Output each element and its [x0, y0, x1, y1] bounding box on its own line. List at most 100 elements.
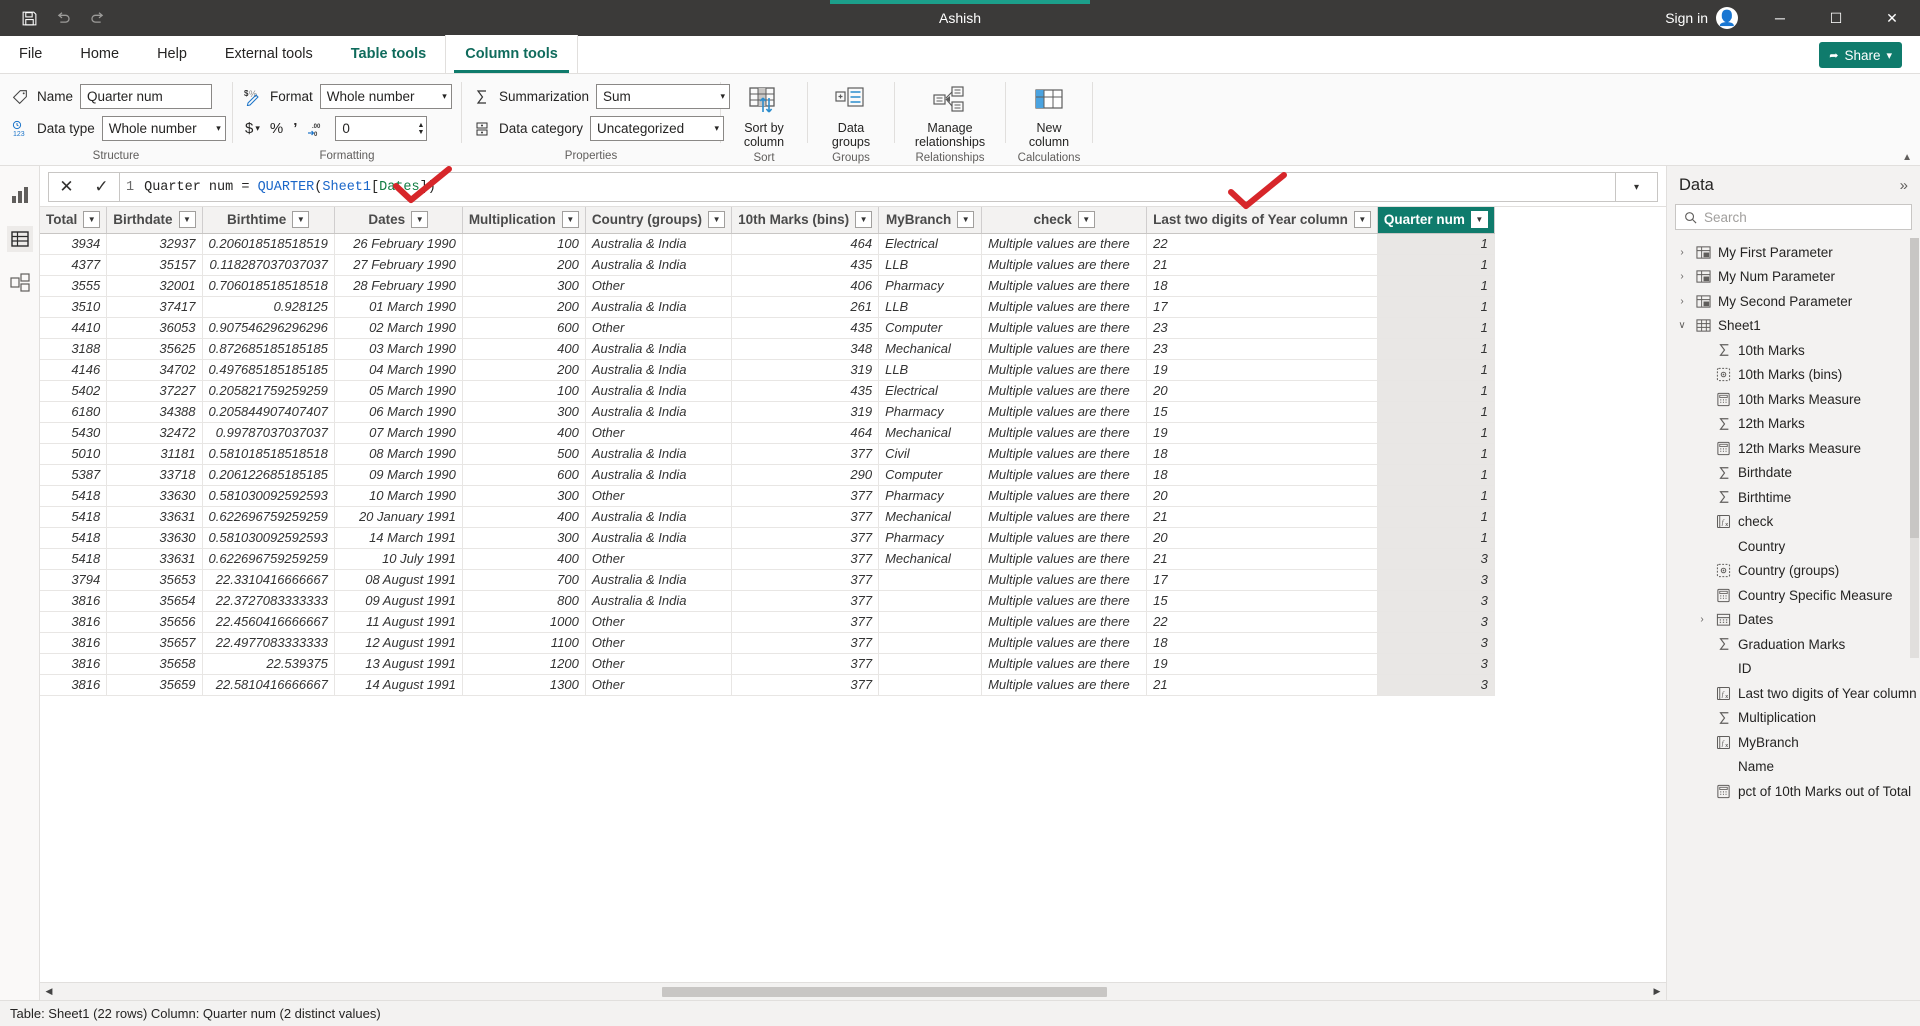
table-cell[interactable]: 3	[1377, 653, 1494, 674]
table-cell[interactable]: Other	[585, 275, 731, 296]
table-cell[interactable]: 22.4560416666667	[202, 611, 334, 632]
table-cell[interactable]: 1	[1377, 464, 1494, 485]
field-list-item-pct-of-10th-marks-out-of-total[interactable]: pct of 10th Marks out of Total	[1667, 779, 1920, 804]
formula-expand-button[interactable]: ▾	[1616, 172, 1658, 202]
table-cell[interactable]: Australia & India	[585, 506, 731, 527]
table-cell[interactable]: 0.497685185185185	[202, 359, 334, 380]
table-cell[interactable]: Australia & India	[585, 380, 731, 401]
table-cell[interactable]: Australia & India	[585, 254, 731, 275]
table-cell[interactable]	[879, 569, 982, 590]
table-row[interactable]: 38163565622.456041666666711 August 19911…	[40, 611, 1494, 632]
table-cell[interactable]: 22.3310416666667	[202, 569, 334, 590]
scroll-left-icon[interactable]: ◀	[40, 986, 58, 997]
table-cell[interactable]: Australia & India	[585, 464, 731, 485]
table-cell[interactable]: Australia & India	[585, 338, 731, 359]
table-cell[interactable]: Pharmacy	[879, 275, 982, 296]
table-cell[interactable]: 19	[1147, 359, 1378, 380]
table-cell[interactable]	[879, 590, 982, 611]
table-cell[interactable]: 0.581030092592593	[202, 527, 334, 548]
table-cell[interactable]: 19	[1147, 422, 1378, 443]
table-cell[interactable]: Multiple values are there	[982, 359, 1147, 380]
table-cell[interactable]: Multiple values are there	[982, 506, 1147, 527]
table-row[interactable]: 5418336300.58103009259259310 March 19903…	[40, 485, 1494, 506]
column-filter-icon[interactable]: ▼	[83, 211, 100, 228]
table-cell[interactable]: 21	[1147, 548, 1378, 569]
thousands-separator-button[interactable]: ’	[293, 120, 297, 137]
table-cell[interactable]: Other	[585, 611, 731, 632]
table-cell[interactable]: Mechanical	[879, 422, 982, 443]
table-cell[interactable]: Multiple values are there	[982, 317, 1147, 338]
field-list-item-id[interactable]: ID	[1667, 657, 1920, 682]
table-cell[interactable]: LLB	[879, 296, 982, 317]
new-column-button[interactable]: New column	[1016, 78, 1082, 149]
table-cell[interactable]: 0.581030092592593	[202, 485, 334, 506]
table-cell[interactable]: 348	[732, 338, 879, 359]
table-cell[interactable]: 03 March 1990	[334, 338, 462, 359]
table-cell[interactable]: 19	[1147, 653, 1378, 674]
horizontal-scrollbar[interactable]: ◀ ▶	[40, 982, 1666, 1000]
table-cell[interactable]: 319	[732, 359, 879, 380]
column-header-multiplication[interactable]: Multiplication▼	[462, 207, 585, 233]
column-filter-icon[interactable]: ▼	[957, 211, 974, 228]
menu-item-table-tools[interactable]: Table tools	[332, 35, 445, 73]
table-cell[interactable]: 1	[1377, 506, 1494, 527]
table-cell[interactable]: Multiple values are there	[982, 464, 1147, 485]
table-cell[interactable]: 05 March 1990	[334, 380, 462, 401]
table-cell[interactable]: Multiple values are there	[982, 674, 1147, 695]
table-cell[interactable]: Multiple values are there	[982, 569, 1147, 590]
table-row[interactable]: 5418336310.62269675925925910 July 199140…	[40, 548, 1494, 569]
table-cell[interactable]: 400	[462, 548, 585, 569]
table-cell[interactable]: 290	[732, 464, 879, 485]
table-cell[interactable]: Pharmacy	[879, 527, 982, 548]
table-row[interactable]: 38163565422.372708333333309 August 19918…	[40, 590, 1494, 611]
menu-item-file[interactable]: File	[0, 35, 61, 73]
table-cell[interactable]: 1100	[462, 632, 585, 653]
table-row[interactable]: 4146347020.49768518518518504 March 19902…	[40, 359, 1494, 380]
table-cell[interactable]: 200	[462, 254, 585, 275]
table-cell[interactable]: 31181	[107, 443, 202, 464]
table-cell[interactable]: 1	[1377, 485, 1494, 506]
table-cell[interactable]: 20	[1147, 527, 1378, 548]
table-cell[interactable]: 22.3727083333333	[202, 590, 334, 611]
table-cell[interactable]: 26 February 1990	[334, 233, 462, 254]
table-cell[interactable]: 400	[462, 338, 585, 359]
name-input[interactable]: Quarter num	[80, 84, 212, 109]
data-pane-scroll-thumb[interactable]	[1910, 238, 1919, 538]
field-list-item-my-num-parameter[interactable]: ›My Num Parameter	[1667, 265, 1920, 290]
table-cell[interactable]: Multiple values are there	[982, 233, 1147, 254]
data-pane-scrollbar[interactable]	[1910, 238, 1919, 658]
table-cell[interactable]: 36053	[107, 317, 202, 338]
table-cell[interactable]: 377	[732, 527, 879, 548]
table-row[interactable]: 38163565722.497708333333312 August 19911…	[40, 632, 1494, 653]
table-cell[interactable]: 20 January 1991	[334, 506, 462, 527]
field-list-item-10th-marks-bins[interactable]: 10th Marks (bins)	[1667, 363, 1920, 388]
table-cell[interactable]	[879, 674, 982, 695]
field-list-item-name[interactable]: Name	[1667, 755, 1920, 780]
table-cell[interactable]: 0.706018518518518	[202, 275, 334, 296]
table-cell[interactable]: 700	[462, 569, 585, 590]
column-filter-icon[interactable]: ▼	[1354, 211, 1371, 228]
table-cell[interactable]: 800	[462, 590, 585, 611]
decimal-places-icon[interactable]: .000	[307, 121, 325, 137]
table-cell[interactable]: Multiple values are there	[982, 380, 1147, 401]
chevron-right-icon[interactable]: ›	[1695, 614, 1709, 625]
table-cell[interactable]: Electrical	[879, 233, 982, 254]
table-cell[interactable]: Mechanical	[879, 548, 982, 569]
model-view-icon[interactable]	[7, 270, 33, 296]
table-cell[interactable]: 22.5810416666667	[202, 674, 334, 695]
table-cell[interactable]: 464	[732, 233, 879, 254]
table-cell[interactable]: 0.622696759259259	[202, 548, 334, 569]
table-cell[interactable]: Mechanical	[879, 338, 982, 359]
table-cell[interactable]: 20	[1147, 485, 1378, 506]
table-cell[interactable]: 377	[732, 674, 879, 695]
table-cell[interactable]: 18	[1147, 443, 1378, 464]
table-cell[interactable]: 300	[462, 485, 585, 506]
table-cell[interactable]: 5418	[40, 548, 107, 569]
table-cell[interactable]: 377	[732, 632, 879, 653]
table-cell[interactable]: Australia & India	[585, 296, 731, 317]
table-cell[interactable]: LLB	[879, 254, 982, 275]
table-cell[interactable]: 377	[732, 590, 879, 611]
table-cell[interactable]: 5418	[40, 485, 107, 506]
table-cell[interactable]: Multiple values are there	[982, 254, 1147, 275]
table-cell[interactable]: 3816	[40, 590, 107, 611]
